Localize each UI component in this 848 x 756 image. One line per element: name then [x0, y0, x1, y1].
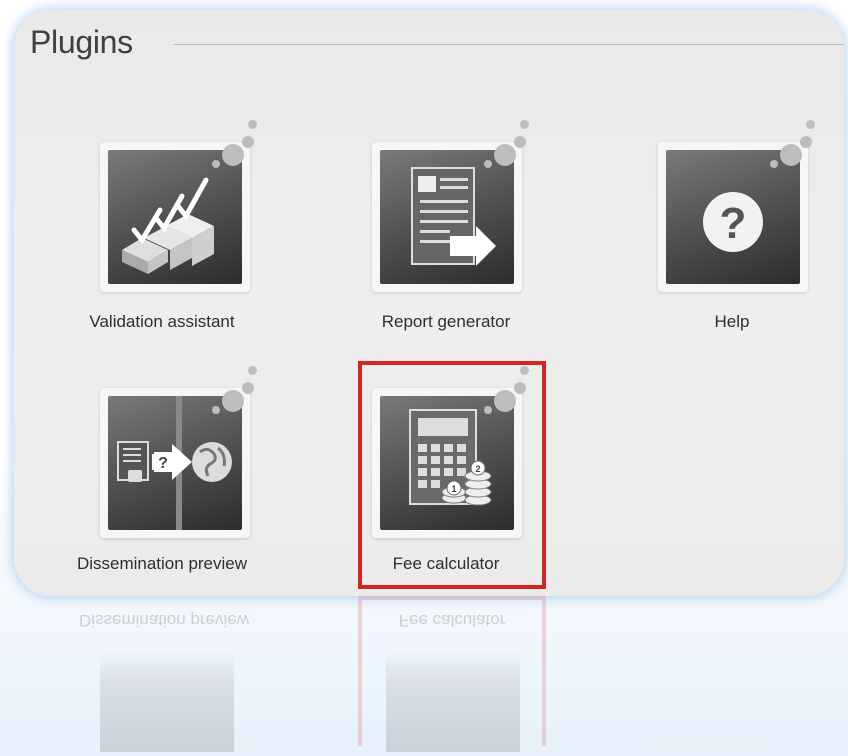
svg-text:?: ?: [720, 199, 747, 248]
svg-text:?: ?: [158, 455, 168, 472]
plugin-help[interactable]: ? Help: [634, 10, 844, 331]
reflection-highlight: [358, 596, 546, 746]
plugin-label: Dissemination preview: [76, 554, 248, 573]
plugins-panel: Plugins Validation assistant Report gene…: [14, 10, 844, 596]
reflection-label: Dissemination preview: [78, 611, 250, 630]
plugin-validation-assistant[interactable]: Validation assistant: [58, 10, 268, 331]
plugin-label: Help: [714, 312, 750, 331]
plugin-report-generator[interactable]: Report generator: [348, 10, 558, 331]
reflection-icon: [100, 652, 234, 752]
selected-plugin-highlight: [358, 361, 546, 589]
panel-reflection: Dissemination preview Fee calculator: [14, 596, 844, 756]
reflection-label: Fee calculator: [398, 611, 506, 630]
bubbles-decoration: [480, 120, 540, 180]
plugin-dissemination-preview[interactable]: ? Dissemination preview: [58, 254, 268, 573]
bubbles-decoration: [208, 120, 268, 180]
reflection-icon: [386, 652, 520, 752]
bubbles-decoration: [208, 366, 268, 426]
bubbles-decoration: [766, 120, 826, 180]
